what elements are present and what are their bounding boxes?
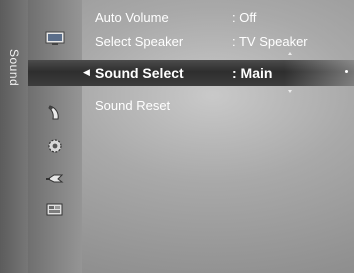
channel-icon[interactable] <box>42 102 68 122</box>
menu-item-label: Select Speaker <box>95 34 184 49</box>
submenu-indicator-icon <box>345 70 348 73</box>
menu-item-sound-select[interactable]: ◀ Sound Select : Main <box>82 62 354 86</box>
scroll-up-indicator-icon <box>288 52 292 55</box>
category-label: Sound <box>7 49 21 87</box>
menu-item-sound-reset[interactable]: Sound Reset <box>82 94 354 118</box>
category-bar: Sound <box>0 0 28 273</box>
menu-item-value: : TV Speaker <box>232 34 308 49</box>
menu-icon-column <box>28 0 82 273</box>
setup-icon[interactable] <box>42 136 68 156</box>
application-icon[interactable] <box>42 200 68 220</box>
menu-item-label: Auto Volume <box>95 10 169 25</box>
menu-item-label: Sound Select <box>95 65 184 81</box>
sound-menu: Auto Volume : Off Select Speaker : TV Sp… <box>82 0 354 273</box>
scroll-down-indicator-icon <box>288 90 292 93</box>
menu-item-value: : Off <box>232 10 257 25</box>
osd-menu-panel: Sound Auto Volume : Off Select Speaker : <box>0 0 354 273</box>
selection-arrow-icon: ◀ <box>83 67 90 77</box>
menu-item-label: Sound Reset <box>95 98 171 113</box>
input-icon[interactable] <box>42 168 68 188</box>
menu-item-value: : Main <box>232 65 273 81</box>
menu-item-auto-volume[interactable]: Auto Volume : Off <box>82 6 354 30</box>
picture-icon[interactable] <box>42 28 68 48</box>
menu-item-select-speaker[interactable]: Select Speaker : TV Speaker <box>82 30 354 54</box>
